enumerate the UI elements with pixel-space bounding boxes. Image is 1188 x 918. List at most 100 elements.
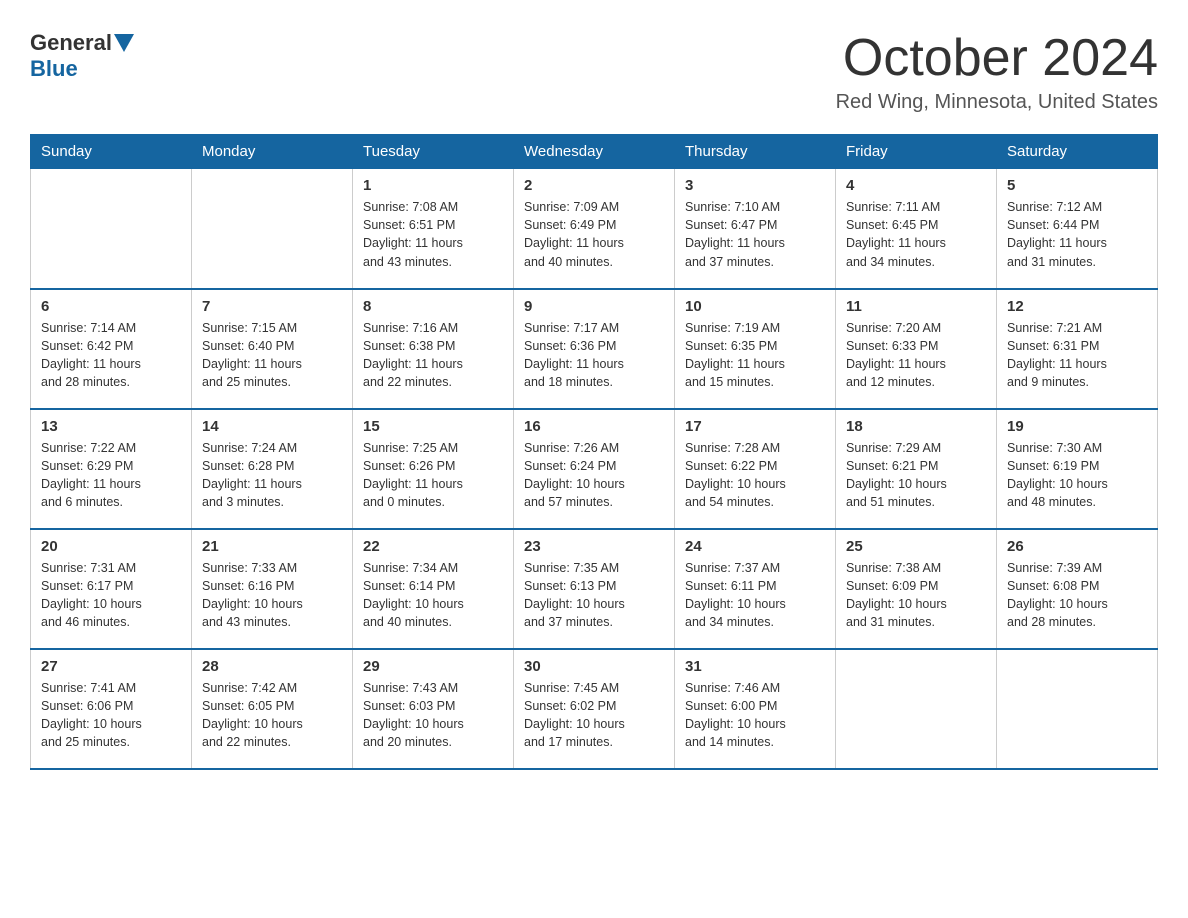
day-info: Sunrise: 7:42 AMSunset: 6:05 PMDaylight:… xyxy=(202,679,342,752)
week-row-3: 13 Sunrise: 7:22 AMSunset: 6:29 PMDayligh… xyxy=(31,409,1158,529)
calendar-cell: 15 Sunrise: 7:25 AMSunset: 6:26 PMDayligh… xyxy=(353,409,514,529)
calendar-cell: 28 Sunrise: 7:42 AMSunset: 6:05 PMDayligh… xyxy=(192,649,353,769)
calendar-cell xyxy=(836,649,997,769)
day-info: Sunrise: 7:16 AMSunset: 6:38 PMDaylight:… xyxy=(363,319,503,392)
day-info: Sunrise: 7:39 AMSunset: 6:08 PMDaylight:… xyxy=(1007,559,1147,632)
location-title: Red Wing, Minnesota, United States xyxy=(836,91,1158,114)
calendar-cell: 12 Sunrise: 7:21 AMSunset: 6:31 PMDayligh… xyxy=(997,289,1158,409)
day-info: Sunrise: 7:29 AMSunset: 6:21 PMDaylight:… xyxy=(846,439,986,512)
calendar-cell: 22Sunrise: 7:34 AMSunset: 6:14 PMDayligh… xyxy=(353,529,514,649)
day-number: 11 xyxy=(846,298,986,315)
day-number: 21 xyxy=(202,538,342,555)
calendar-cell: 25 Sunrise: 7:38 AMSunset: 6:09 PMDayligh… xyxy=(836,529,997,649)
week-row-2: 6 Sunrise: 7:14 AMSunset: 6:42 PMDaylight… xyxy=(31,289,1158,409)
calendar-cell: 20 Sunrise: 7:31 AMSunset: 6:17 PMDayligh… xyxy=(31,529,192,649)
day-number: 2 xyxy=(524,177,664,194)
day-number: 1 xyxy=(363,177,503,194)
day-info: Sunrise: 7:21 AMSunset: 6:31 PMDaylight:… xyxy=(1007,319,1147,392)
day-number: 17 xyxy=(685,418,825,435)
day-number: 3 xyxy=(685,177,825,194)
day-number: 15 xyxy=(363,418,503,435)
day-info: Sunrise: 7:45 AMSunset: 6:02 PMDaylight:… xyxy=(524,679,664,752)
day-info: Sunrise: 7:31 AMSunset: 6:17 PMDaylight:… xyxy=(41,559,181,632)
calendar-cell: 18Sunrise: 7:29 AMSunset: 6:21 PMDayligh… xyxy=(836,409,997,529)
day-number: 20 xyxy=(41,538,181,555)
calendar-cell: 5Sunrise: 7:12 AMSunset: 6:44 PMDaylight… xyxy=(997,169,1158,289)
day-number: 12 xyxy=(1007,298,1147,315)
day-info: Sunrise: 7:25 AMSunset: 6:26 PMDaylight:… xyxy=(363,439,503,512)
header-cell-thursday: Thursday xyxy=(675,135,836,169)
calendar-cell: 26 Sunrise: 7:39 AMSunset: 6:08 PMDayligh… xyxy=(997,529,1158,649)
day-info: Sunrise: 7:38 AMSunset: 6:09 PMDaylight:… xyxy=(846,559,986,632)
calendar-cell: 13 Sunrise: 7:22 AMSunset: 6:29 PMDayligh… xyxy=(31,409,192,529)
day-number: 26 xyxy=(1007,538,1147,555)
day-info: Sunrise: 7:43 AMSunset: 6:03 PMDaylight:… xyxy=(363,679,503,752)
day-info: Sunrise: 7:09 AMSunset: 6:49 PMDaylight:… xyxy=(524,198,664,271)
day-info: Sunrise: 7:20 AMSunset: 6:33 PMDaylight:… xyxy=(846,319,986,392)
calendar-cell: 19 Sunrise: 7:30 AMSunset: 6:19 PMDayligh… xyxy=(997,409,1158,529)
calendar-header: SundayMondayTuesdayWednesdayThursdayFrid… xyxy=(31,135,1158,169)
calendar-cell: 4 Sunrise: 7:11 AMSunset: 6:45 PMDaylight… xyxy=(836,169,997,289)
day-info: Sunrise: 7:24 AMSunset: 6:28 PMDaylight:… xyxy=(202,439,342,512)
calendar-cell: 27Sunrise: 7:41 AMSunset: 6:06 PMDayligh… xyxy=(31,649,192,769)
day-number: 10 xyxy=(685,298,825,315)
calendar-cell: 21Sunrise: 7:33 AMSunset: 6:16 PMDayligh… xyxy=(192,529,353,649)
calendar-table: SundayMondayTuesdayWednesdayThursdayFrid… xyxy=(30,134,1158,770)
day-number: 8 xyxy=(363,298,503,315)
calendar-cell xyxy=(997,649,1158,769)
day-number: 31 xyxy=(685,658,825,675)
day-number: 7 xyxy=(202,298,342,315)
day-info: Sunrise: 7:37 AMSunset: 6:11 PMDaylight:… xyxy=(685,559,825,632)
calendar-cell xyxy=(31,169,192,289)
page-header: General Blue October 2024 Red Wing, Minn… xyxy=(30,30,1158,114)
header-cell-wednesday: Wednesday xyxy=(514,135,675,169)
header-cell-sunday: Sunday xyxy=(31,135,192,169)
calendar-cell: 17 Sunrise: 7:28 AMSunset: 6:22 PMDayligh… xyxy=(675,409,836,529)
day-number: 9 xyxy=(524,298,664,315)
day-number: 25 xyxy=(846,538,986,555)
day-info: Sunrise: 7:15 AMSunset: 6:40 PMDaylight:… xyxy=(202,319,342,392)
calendar-cell: 6 Sunrise: 7:14 AMSunset: 6:42 PMDaylight… xyxy=(31,289,192,409)
title-section: October 2024 Red Wing, Minnesota, United… xyxy=(836,30,1158,114)
calendar-body: 1 Sunrise: 7:08 AMSunset: 6:51 PMDaylight… xyxy=(31,169,1158,769)
day-info: Sunrise: 7:14 AMSunset: 6:42 PMDaylight:… xyxy=(41,319,181,392)
logo-general-text: General xyxy=(30,30,112,56)
day-number: 19 xyxy=(1007,418,1147,435)
day-info: Sunrise: 7:22 AMSunset: 6:29 PMDaylight:… xyxy=(41,439,181,512)
calendar-cell: 2 Sunrise: 7:09 AMSunset: 6:49 PMDaylight… xyxy=(514,169,675,289)
day-info: Sunrise: 7:26 AMSunset: 6:24 PMDaylight:… xyxy=(524,439,664,512)
month-title: October 2024 xyxy=(836,30,1158,87)
day-number: 16 xyxy=(524,418,664,435)
calendar-cell: 3Sunrise: 7:10 AMSunset: 6:47 PMDaylight… xyxy=(675,169,836,289)
day-info: Sunrise: 7:12 AMSunset: 6:44 PMDaylight:… xyxy=(1007,198,1147,271)
header-row: SundayMondayTuesdayWednesdayThursdayFrid… xyxy=(31,135,1158,169)
day-info: Sunrise: 7:30 AMSunset: 6:19 PMDaylight:… xyxy=(1007,439,1147,512)
calendar-cell: 29 Sunrise: 7:43 AMSunset: 6:03 PMDayligh… xyxy=(353,649,514,769)
logo-blue-text: Blue xyxy=(30,56,78,82)
day-number: 4 xyxy=(846,177,986,194)
calendar-cell: 1 Sunrise: 7:08 AMSunset: 6:51 PMDaylight… xyxy=(353,169,514,289)
calendar-cell: 16 Sunrise: 7:26 AMSunset: 6:24 PMDayligh… xyxy=(514,409,675,529)
day-number: 6 xyxy=(41,298,181,315)
week-row-1: 1 Sunrise: 7:08 AMSunset: 6:51 PMDaylight… xyxy=(31,169,1158,289)
calendar-cell: 8 Sunrise: 7:16 AMSunset: 6:38 PMDaylight… xyxy=(353,289,514,409)
calendar-cell: 23 Sunrise: 7:35 AMSunset: 6:13 PMDayligh… xyxy=(514,529,675,649)
calendar-cell xyxy=(192,169,353,289)
header-cell-monday: Monday xyxy=(192,135,353,169)
day-info: Sunrise: 7:35 AMSunset: 6:13 PMDaylight:… xyxy=(524,559,664,632)
day-number: 14 xyxy=(202,418,342,435)
day-info: Sunrise: 7:08 AMSunset: 6:51 PMDaylight:… xyxy=(363,198,503,271)
day-info: Sunrise: 7:28 AMSunset: 6:22 PMDaylight:… xyxy=(685,439,825,512)
day-number: 29 xyxy=(363,658,503,675)
day-info: Sunrise: 7:11 AMSunset: 6:45 PMDaylight:… xyxy=(846,198,986,271)
day-number: 23 xyxy=(524,538,664,555)
calendar-cell: 24Sunrise: 7:37 AMSunset: 6:11 PMDayligh… xyxy=(675,529,836,649)
calendar-cell: 14 Sunrise: 7:24 AMSunset: 6:28 PMDayligh… xyxy=(192,409,353,529)
day-info: Sunrise: 7:41 AMSunset: 6:06 PMDaylight:… xyxy=(41,679,181,752)
calendar-cell: 7 Sunrise: 7:15 AMSunset: 6:40 PMDaylight… xyxy=(192,289,353,409)
calendar-cell: 10Sunrise: 7:19 AMSunset: 6:35 PMDayligh… xyxy=(675,289,836,409)
day-number: 28 xyxy=(202,658,342,675)
calendar-cell: 11 Sunrise: 7:20 AMSunset: 6:33 PMDayligh… xyxy=(836,289,997,409)
day-number: 13 xyxy=(41,418,181,435)
week-row-4: 20 Sunrise: 7:31 AMSunset: 6:17 PMDayligh… xyxy=(31,529,1158,649)
